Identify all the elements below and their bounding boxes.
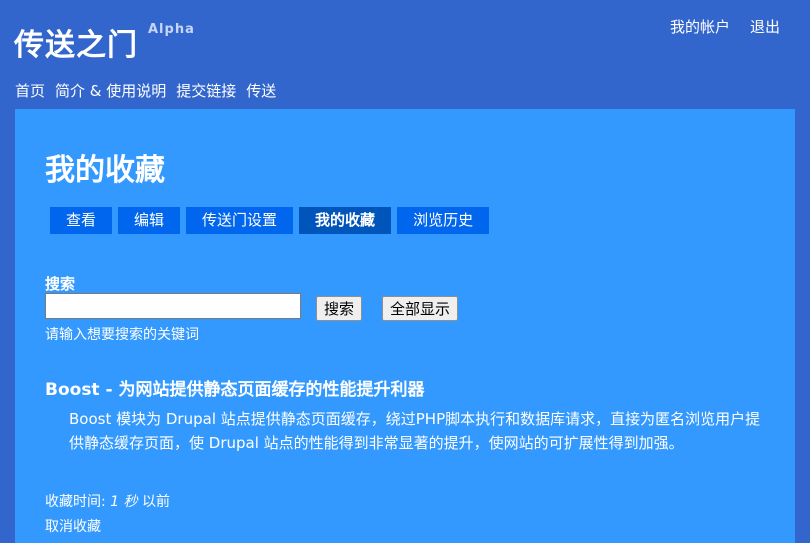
tab-favorites[interactable]: 我的收藏 xyxy=(299,207,392,234)
tab-history[interactable]: 浏览历史 xyxy=(397,207,490,234)
user-links: 我的帐户 退出 xyxy=(670,16,780,37)
tab-bar: 查看 编辑 传送门设置 我的收藏 浏览历史 xyxy=(50,207,490,234)
nav-home[interactable]: 首页 xyxy=(15,80,45,101)
favorite-item-time: 收藏时间: 1 秒 以前 xyxy=(45,491,170,511)
tab-view[interactable]: 查看 xyxy=(50,207,113,234)
search-button[interactable]: 搜索 xyxy=(316,296,363,321)
main-nav: 首页 简介 & 使用说明 提交链接 传送 xyxy=(15,80,276,101)
favorite-time-suffix: 以前 xyxy=(141,494,170,510)
nav-about[interactable]: 简介 & 使用说明 xyxy=(55,80,166,101)
site-title: 传送之门 Alpha xyxy=(14,20,195,64)
favorite-time-value: 1 秒 xyxy=(110,494,138,510)
logout-link[interactable]: 退出 xyxy=(750,16,780,37)
alpha-badge: Alpha xyxy=(148,22,195,37)
search-input[interactable] xyxy=(45,293,301,319)
search-label: 搜索 xyxy=(45,275,76,293)
favorite-time-label: 收藏时间: xyxy=(45,494,106,510)
main-content: 我的收藏 查看 编辑 传送门设置 我的收藏 浏览历史 搜索 搜索 全部显示 请输… xyxy=(15,109,795,543)
remove-favorite-link[interactable]: 取消收藏 xyxy=(45,516,101,536)
search-description: 请输入想要搜索的关键词 xyxy=(45,327,199,343)
favorite-item-body: Boost 模块为 Drupal 站点提供静态页面缓存，绕过PHP脚本执行和数据… xyxy=(69,410,761,452)
site-name-link[interactable]: 传送之门 xyxy=(14,20,138,64)
tab-edit[interactable]: 编辑 xyxy=(118,207,181,234)
nav-send[interactable]: 传送 xyxy=(246,80,276,101)
my-account-link[interactable]: 我的帐户 xyxy=(670,16,730,37)
tab-settings[interactable]: 传送门设置 xyxy=(186,207,294,234)
favorite-item-title[interactable]: Boost - 为网站提供静态页面缓存的性能提升利器 xyxy=(45,375,424,400)
page-title: 我的收藏 xyxy=(45,153,165,188)
nav-submit-link[interactable]: 提交链接 xyxy=(176,80,236,101)
show-all-button[interactable]: 全部显示 xyxy=(382,296,459,321)
